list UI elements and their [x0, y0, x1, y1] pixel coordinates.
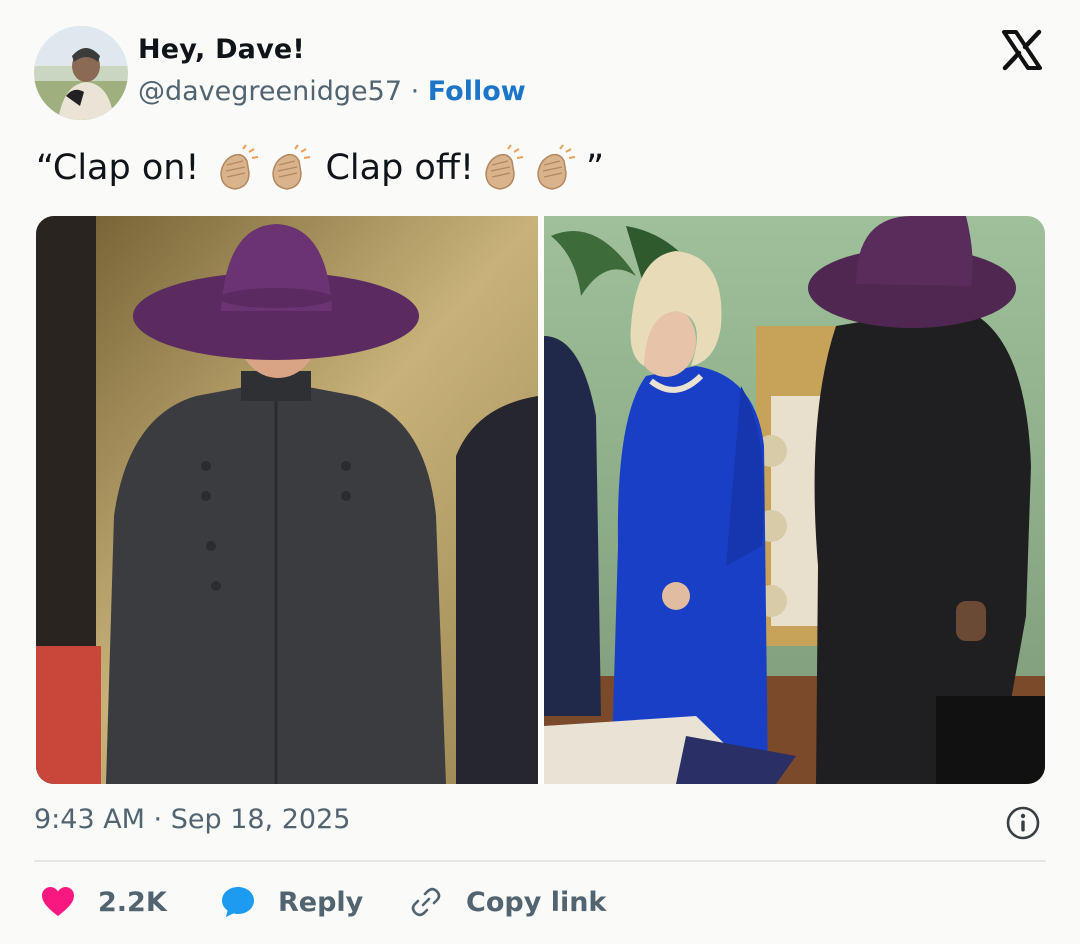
tweet-text-part2: Clap off! — [325, 148, 474, 188]
clap-emoji-group — [478, 143, 580, 193]
tweet-text: “Clap on! Clap off! ” — [36, 143, 604, 193]
heart-icon — [42, 887, 74, 916]
display-name[interactable]: Hey, Dave! — [138, 34, 305, 65]
clapping-hands-icon — [537, 144, 576, 190]
divider — [34, 860, 1046, 862]
timestamp[interactable]: 9:43 AM · Sep 18, 2025 — [34, 804, 350, 835]
clapping-hands-icon — [220, 144, 259, 190]
avatar[interactable] — [34, 26, 128, 120]
handle-line: @davegreenidge57 · Follow — [138, 76, 526, 107]
clapping-hands-icon — [272, 144, 311, 190]
right-photo — [544, 216, 1045, 784]
like-button[interactable]: 2.2K — [40, 880, 167, 924]
user-handle[interactable]: @davegreenidge57 — [138, 76, 402, 107]
x-logo-icon[interactable] — [1000, 28, 1044, 72]
reply-button[interactable]: Reply — [220, 880, 363, 924]
reply-label: Reply — [278, 886, 364, 918]
link-icon — [411, 887, 441, 917]
like-count: 2.2K — [98, 886, 167, 918]
clap-emoji-group — [213, 143, 315, 193]
tweet-card: Hey, Dave! @davegreenidge57 · Follow “Cl… — [0, 0, 1080, 944]
copy-link-label: Copy link — [466, 886, 607, 918]
tweet-text-end: ” — [585, 148, 605, 188]
separator-dot: · — [410, 76, 420, 107]
tweet-media[interactable] — [36, 216, 1045, 784]
clapping-hands-icon — [485, 144, 524, 190]
info-icon[interactable] — [1005, 805, 1041, 841]
tweet-text-part1: “Clap on! — [36, 148, 200, 188]
copy-link-button[interactable]: Copy link — [408, 880, 606, 924]
follow-button[interactable]: Follow — [428, 76, 526, 107]
left-photo — [36, 216, 538, 784]
reply-bubble-icon — [222, 887, 254, 917]
